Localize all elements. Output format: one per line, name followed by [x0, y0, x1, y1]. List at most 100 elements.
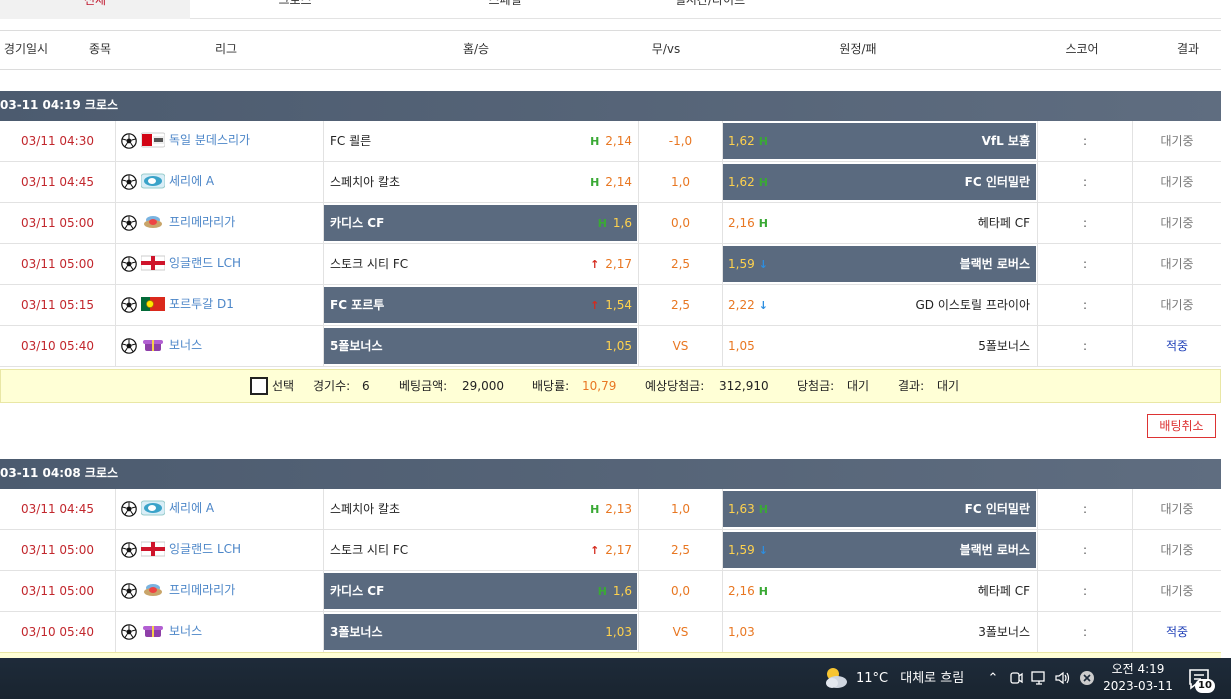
- home-odds-indicator-icon: ↑: [590, 258, 600, 271]
- away-bet-option[interactable]: 2,16 H 헤타페 CF: [723, 205, 1036, 241]
- x-circle-icon: [1080, 671, 1094, 685]
- result-status: 대기중: [1160, 175, 1194, 189]
- away-bet-option[interactable]: 2,16 H 헤타페 CF: [723, 573, 1036, 609]
- league-link[interactable]: 포르투갈 D1: [169, 285, 234, 323]
- league-link[interactable]: 프리메라리가: [169, 571, 235, 609]
- weather-text[interactable]: 11°C 대체로 흐림: [856, 658, 964, 699]
- home-bet-option[interactable]: 스페치아 칼초 H 2,13: [324, 491, 637, 527]
- league-link[interactable]: 보너스: [169, 612, 202, 650]
- draw-odds[interactable]: 1,0: [638, 489, 723, 529]
- away-team: 블랙번 로버스: [959, 257, 1030, 271]
- away-bet-option[interactable]: 1,62 H VfL 보훔: [723, 123, 1036, 159]
- col-home-win: 홈/승: [462, 42, 490, 56]
- meet-now-icon[interactable]: [1007, 670, 1025, 688]
- select-label: 선택: [272, 379, 295, 393]
- result-status: 대기중: [1160, 216, 1194, 230]
- league-link[interactable]: 잉글랜드 LCH: [169, 244, 241, 282]
- home-bet-option[interactable]: 카디스 CF H 1,6: [324, 573, 637, 609]
- result-status: 적중: [1165, 625, 1189, 639]
- home-bet-option[interactable]: 5폴보너스 1,05: [324, 328, 637, 364]
- score: :: [1037, 121, 1133, 161]
- draw-odds[interactable]: 0,0: [638, 571, 723, 611]
- clock[interactable]: 오전 4:19 2023-03-11: [1098, 661, 1178, 695]
- table-row: 03/11 05:00 잉글랜드 LCH 스토크 시티 FC ↑ 2,17 2,5 1,59…: [0, 244, 1221, 285]
- weather-cloud-sun-icon[interactable]: [822, 664, 850, 692]
- away-odds-indicator-icon: H: [758, 135, 768, 148]
- select-checkbox[interactable]: [250, 377, 268, 395]
- home-bet-option[interactable]: 스토크 시티 FC ↑ 2,17: [324, 532, 637, 568]
- league-link[interactable]: 보너스: [169, 326, 202, 364]
- home-odds-indicator-icon: H: [590, 135, 600, 148]
- table-row: 03/11 04:30 독일 분데스리가 FC 쾰른 H 2,14 -1,0 1,62 H Vf…: [0, 121, 1221, 162]
- draw-odds[interactable]: 2,5: [638, 244, 723, 284]
- col-datetime: 경기일시: [3, 42, 49, 56]
- close-circle-icon[interactable]: [1078, 670, 1096, 688]
- draw-odds[interactable]: 2,5: [638, 530, 723, 570]
- home-odds-value: 1,05: [605, 339, 632, 353]
- league-cell: 잉글랜드 LCH: [116, 244, 324, 284]
- result-status: 대기중: [1160, 543, 1194, 557]
- away-cell: 1,62 H VfL 보훔: [723, 121, 1037, 161]
- away-bet-option[interactable]: 1,62 H FC 인터밀란: [723, 164, 1036, 200]
- draw-odds[interactable]: VS: [638, 326, 723, 366]
- away-bet-option[interactable]: 1,05 5폴보너스: [723, 328, 1036, 364]
- away-bet-option[interactable]: 1,03 3폴보너스: [723, 614, 1036, 650]
- away-cell: 2,16 H 헤타페 CF: [723, 571, 1037, 611]
- away-bet-option[interactable]: 1,59 ↓ 블랙번 로버스: [723, 532, 1036, 568]
- serie-a-flag-icon: [141, 500, 165, 516]
- table-row: 03/11 05:00 잉글랜드 LCH 스토크 시티 FC ↑ 2,17 2,5 1,59…: [0, 530, 1221, 571]
- draw-odds[interactable]: -1,0: [638, 121, 723, 161]
- home-cell: FC 쾰른 H 2,14: [324, 121, 638, 161]
- home-bet-option[interactable]: FC 쾰른 H 2,14: [324, 123, 637, 159]
- home-team: 스토크 시티 FC: [330, 543, 409, 557]
- bonus-icon: [143, 340, 163, 351]
- tab-live[interactable]: 실시간/라이브: [610, 0, 810, 19]
- home-bet-option[interactable]: 스페치아 칼초 H 2,14: [324, 164, 637, 200]
- home-cell: 스토크 시티 FC ↑ 2,17: [324, 530, 638, 570]
- home-cell: 스토크 시티 FC ↑ 2,17: [324, 244, 638, 284]
- tab-all[interactable]: 전체: [0, 0, 190, 19]
- league-link[interactable]: 세리에 A: [169, 489, 214, 527]
- away-team: FC 인터밀란: [964, 502, 1030, 516]
- col-league: 리그: [214, 42, 238, 56]
- away-odds-indicator-icon: ↓: [758, 544, 768, 557]
- draw-odds[interactable]: 1,0: [638, 162, 723, 202]
- draw-odds[interactable]: 0,0: [638, 203, 723, 243]
- result-status: 대기중: [1160, 257, 1194, 271]
- tab-cross[interactable]: 크로스: [200, 0, 390, 19]
- table-row: 03/11 05:00 프리메라리가 카디스 CF H 1,6 0,0 2,16 H 헤타페 C…: [0, 203, 1221, 244]
- draw-odds[interactable]: 2,5: [638, 285, 723, 325]
- cancel-bet-button[interactable]: 배팅취소: [1147, 414, 1216, 438]
- home-odds-value: 2,14: [605, 175, 632, 189]
- network-icon[interactable]: [1030, 670, 1048, 688]
- home-bet-option[interactable]: 카디스 CF H 1,6: [324, 205, 637, 241]
- home-bet-option[interactable]: 스토크 시티 FC ↑ 2,17: [324, 246, 637, 282]
- away-team: VfL 보훔: [981, 134, 1030, 148]
- league-link[interactable]: 세리에 A: [169, 162, 214, 200]
- col-away-lose: 원정/패: [839, 42, 877, 56]
- away-bet-option[interactable]: 2,22 ↓ GD 이스토릴 프라이아: [723, 287, 1036, 323]
- home-bet-option[interactable]: FC 포르투 ↑ 1,54: [324, 287, 637, 323]
- speaker-icon[interactable]: [1054, 670, 1072, 688]
- england-flag-icon: [141, 255, 165, 271]
- league-link[interactable]: 독일 분데스리가: [169, 121, 250, 159]
- away-odds: 1,05: [728, 328, 755, 364]
- tab-special[interactable]: 스페셜: [410, 0, 600, 19]
- match-time: 03/11 05:00: [0, 203, 116, 243]
- league-link[interactable]: 잉글랜드 LCH: [169, 530, 241, 568]
- draw-odds[interactable]: VS: [638, 612, 723, 652]
- result-status: 대기중: [1160, 502, 1194, 516]
- league-link[interactable]: 프리메라리가: [169, 203, 235, 241]
- away-odds: 1,59 ↓: [728, 246, 768, 283]
- away-bet-option[interactable]: 1,59 ↓ 블랙번 로버스: [723, 246, 1036, 282]
- chevron-up-icon[interactable]: ⌃: [984, 670, 1002, 688]
- home-team: 3폴보너스: [330, 625, 383, 639]
- odds-value: 10,79: [582, 379, 617, 393]
- scrollbar-track[interactable]: [1221, 0, 1231, 658]
- away-cell: 1,59 ↓ 블랙번 로버스: [723, 244, 1037, 284]
- result-label: 결과:: [898, 379, 925, 393]
- home-odds-value: 1,6: [612, 584, 632, 598]
- home-odds: ↑ 2,17: [590, 532, 632, 569]
- away-bet-option[interactable]: 1,63 H FC 인터밀란: [723, 491, 1036, 527]
- home-bet-option[interactable]: 3폴보너스 1,03: [324, 614, 637, 650]
